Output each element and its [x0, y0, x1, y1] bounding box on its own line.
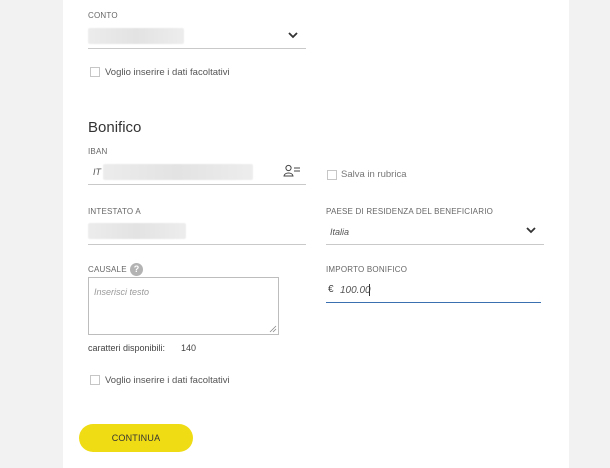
reason-placeholder: Inserisci testo: [94, 287, 150, 297]
text-cursor: [369, 284, 370, 296]
residence-country-select[interactable]: [326, 244, 544, 245]
amount-value: 100.00: [340, 285, 371, 296]
resize-handle-icon[interactable]: [269, 325, 277, 333]
residence-country-chevron-down-icon[interactable]: [525, 225, 537, 235]
iban-value-redacted: [103, 164, 253, 180]
account-value-redacted: [88, 28, 184, 44]
account-select[interactable]: [88, 48, 306, 49]
residence-country-label: PAESE DI RESIDENZA DEL BENEFICIARIO: [326, 207, 494, 216]
account-optional-checkbox-label: Voglio inserire i dati facoltativi: [105, 67, 230, 78]
amount-input[interactable]: [326, 302, 541, 303]
iban-prefix: IT: [93, 167, 101, 177]
reason-label: CAUSALE: [88, 265, 127, 274]
help-icon[interactable]: ?: [130, 263, 143, 276]
currency-symbol: €: [328, 284, 334, 295]
continue-button[interactable]: CONTINUA: [79, 424, 193, 452]
save-to-contacts-checkbox[interactable]: [327, 170, 337, 180]
address-book-icon[interactable]: [283, 164, 301, 177]
section-title: Bonifico: [88, 119, 142, 136]
holder-label: INTESTATO A: [88, 207, 141, 216]
account-chevron-down-icon[interactable]: [287, 30, 299, 40]
holder-value-redacted: [88, 223, 186, 239]
amount-label: IMPORTO BONIFICO: [326, 265, 408, 274]
holder-input[interactable]: [88, 244, 306, 245]
save-to-contacts-label: Salva in rubrica: [341, 169, 407, 180]
chars-available-value: 140: [181, 343, 197, 353]
iban-input[interactable]: [88, 184, 306, 185]
account-label: CONTO: [88, 11, 118, 20]
account-optional-checkbox[interactable]: [90, 67, 100, 77]
residence-country-value: Italia: [330, 227, 350, 237]
iban-label: IBAN: [88, 147, 108, 156]
chars-available-label: caratteri disponibili:: [88, 343, 166, 353]
reason-textarea[interactable]: Inserisci testo: [88, 277, 279, 335]
transfer-optional-checkbox-label: Voglio inserire i dati facoltativi: [105, 375, 230, 386]
transfer-optional-checkbox[interactable]: [90, 375, 100, 385]
